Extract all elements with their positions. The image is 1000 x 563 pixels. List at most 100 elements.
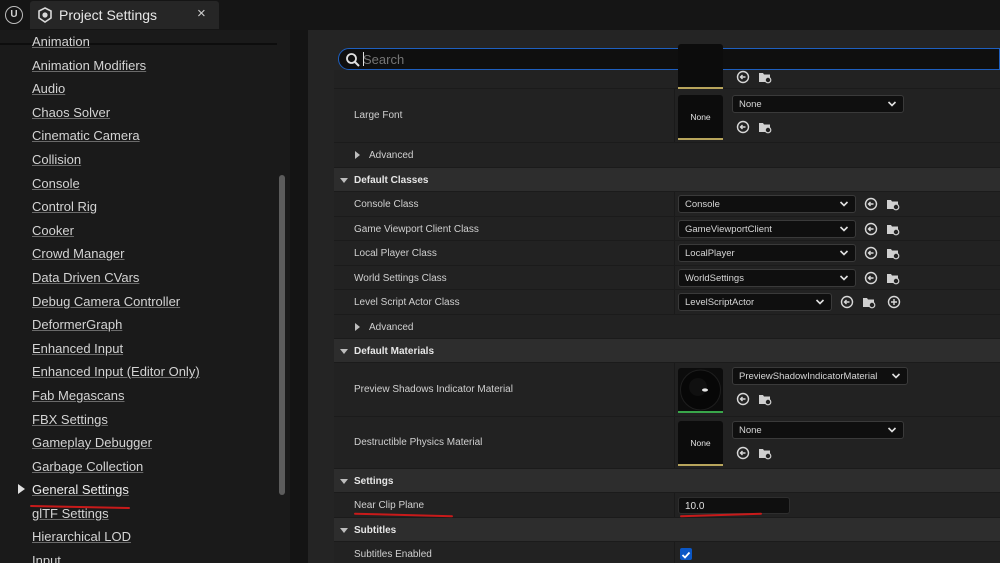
- use-selected-icon[interactable]: [864, 197, 878, 211]
- sidebar-item-animation-modifiers[interactable]: Animation Modifiers: [32, 57, 146, 75]
- search-input[interactable]: [363, 50, 963, 68]
- sidebar-item-data-driven-cvars[interactable]: Data Driven CVars: [32, 269, 139, 287]
- property-label: World Settings Class: [354, 273, 447, 284]
- collapse-arrow-icon[interactable]: [340, 479, 348, 484]
- sidebar-item-audio[interactable]: Audio: [32, 80, 65, 98]
- sidebar-item-debug-camera-controller[interactable]: Debug Camera Controller: [32, 293, 180, 311]
- checkmark-icon: [681, 551, 691, 559]
- use-selected-icon[interactable]: [864, 271, 878, 285]
- use-selected-icon[interactable]: [864, 222, 878, 236]
- unreal-logo-icon: U: [5, 6, 23, 24]
- chevron-down-icon: [887, 427, 897, 433]
- use-selected-icon[interactable]: [736, 70, 750, 84]
- browse-icon[interactable]: [862, 295, 876, 309]
- class-picker-dropdown[interactable]: GameViewportClient: [678, 220, 856, 238]
- browse-icon[interactable]: [758, 120, 772, 134]
- property-label: Near Clip Plane: [354, 500, 425, 511]
- sidebar-item-chaos-solver[interactable]: Chaos Solver: [32, 104, 110, 122]
- tab-project-settings[interactable]: Project Settings ×: [30, 1, 219, 29]
- sidebar-item-fbx-settings[interactable]: FBX Settings: [32, 411, 108, 429]
- expand-arrow-icon[interactable]: [18, 484, 25, 494]
- dropdown-value: Console: [685, 199, 720, 210]
- dropdown-value: LevelScriptActor: [685, 297, 755, 308]
- browse-icon[interactable]: [758, 392, 772, 406]
- sidebar-item-animation[interactable]: Animation: [32, 33, 90, 51]
- browse-icon[interactable]: [758, 70, 772, 84]
- asset-picker-dropdown[interactable]: PreviewShadowIndicatorMaterial: [732, 367, 908, 385]
- chevron-down-icon: [839, 275, 849, 281]
- sidebar-item-console[interactable]: Console: [32, 175, 80, 193]
- dropdown-value: LocalPlayer: [685, 248, 735, 259]
- property-label: Game Viewport Client Class: [354, 224, 479, 235]
- property-label: Local Player Class: [354, 248, 437, 259]
- sidebar-item-hierarchical-lod[interactable]: Hierarchical LOD: [32, 528, 131, 546]
- sidebar-item-input[interactable]: Input: [32, 552, 61, 563]
- numeric-value: 10.0: [685, 501, 705, 512]
- use-selected-icon[interactable]: [736, 120, 750, 134]
- dropdown-value: WorldSettings: [685, 273, 744, 284]
- sidebar-item-enhanced-input-editor-only[interactable]: Enhanced Input (Editor Only): [32, 363, 200, 381]
- sidebar-item-crowd-manager[interactable]: Crowd Manager: [32, 245, 125, 263]
- property-row-console-class: Console Class Console: [334, 192, 1000, 217]
- use-selected-icon[interactable]: [840, 295, 854, 309]
- annotation-underline: [353, 512, 454, 518]
- sidebar-item-cooker[interactable]: Cooker: [32, 222, 74, 240]
- sidebar-item-control-rig[interactable]: Control Rig: [32, 198, 97, 216]
- sidebar-item-deformergraph[interactable]: DeformerGraph: [32, 316, 122, 334]
- property-label: Destructible Physics Material: [354, 437, 483, 448]
- collapse-arrow-icon[interactable]: [340, 349, 348, 354]
- collapse-arrow-icon[interactable]: [340, 178, 348, 183]
- category-label: Default Classes: [354, 175, 429, 186]
- details-panel: Large Font None None Advanced Default Cl…: [308, 30, 1000, 563]
- search-icon: [346, 53, 360, 67]
- advanced-row[interactable]: Advanced: [334, 143, 1000, 168]
- close-icon[interactable]: ×: [197, 5, 206, 22]
- category-settings[interactable]: Settings: [334, 469, 1000, 493]
- sidebar-item-collision[interactable]: Collision: [32, 151, 81, 169]
- chevron-down-icon: [839, 226, 849, 232]
- advanced-row[interactable]: Advanced: [334, 315, 1000, 339]
- category-default-materials[interactable]: Default Materials: [334, 339, 1000, 363]
- asset-thumbnail[interactable]: [678, 44, 723, 89]
- class-picker-dropdown[interactable]: LocalPlayer: [678, 244, 856, 262]
- browse-icon[interactable]: [886, 271, 900, 285]
- sidebar-item-enhanced-input[interactable]: Enhanced Input: [32, 340, 123, 358]
- property-row-destructible-physics-material: Destructible Physics Material None None: [334, 417, 1000, 469]
- subtitles-enabled-checkbox[interactable]: [680, 548, 692, 560]
- browse-icon[interactable]: [886, 246, 900, 260]
- sidebar-scrollbar[interactable]: [279, 175, 285, 495]
- sidebar-item-general-settings[interactable]: General Settings: [32, 481, 129, 499]
- use-selected-icon[interactable]: [864, 246, 878, 260]
- expand-arrow-icon[interactable]: [355, 323, 360, 331]
- settings-icon: [38, 7, 52, 23]
- asset-thumbnail[interactable]: None: [678, 95, 723, 140]
- browse-icon[interactable]: [758, 446, 772, 460]
- asset-picker-dropdown[interactable]: None: [732, 421, 904, 439]
- property-row-near-clip-plane: Near Clip Plane 10.0: [334, 493, 1000, 518]
- property-row-preview-shadows-indicator-material: Preview Shadows Indicator Material Previ…: [334, 363, 1000, 417]
- expand-arrow-icon[interactable]: [355, 151, 360, 159]
- class-picker-dropdown[interactable]: WorldSettings: [678, 269, 856, 287]
- property-row-subtitles-enabled: Subtitles Enabled: [334, 542, 1000, 563]
- use-selected-icon[interactable]: [736, 446, 750, 460]
- sidebar-item-cinematic-camera[interactable]: Cinematic Camera: [32, 127, 140, 145]
- category-default-classes[interactable]: Default Classes: [334, 168, 1000, 192]
- class-picker-dropdown[interactable]: Console: [678, 195, 856, 213]
- dropdown-value: None: [739, 99, 762, 110]
- category-subtitles[interactable]: Subtitles: [334, 518, 1000, 542]
- browse-icon[interactable]: [886, 197, 900, 211]
- asset-thumbnail[interactable]: None: [678, 421, 723, 466]
- use-selected-icon[interactable]: [736, 392, 750, 406]
- class-picker-dropdown[interactable]: LevelScriptActor: [678, 293, 832, 311]
- search-box[interactable]: [338, 48, 1000, 70]
- browse-icon[interactable]: [886, 222, 900, 236]
- sidebar-item-garbage-collection[interactable]: Garbage Collection: [32, 458, 143, 476]
- near-clip-plane-input[interactable]: 10.0: [678, 497, 790, 514]
- add-icon[interactable]: [887, 295, 901, 309]
- sidebar-item-gameplay-debugger[interactable]: Gameplay Debugger: [32, 434, 152, 452]
- asset-picker-dropdown[interactable]: None: [732, 95, 904, 113]
- advanced-label: Advanced: [369, 322, 414, 333]
- material-thumbnail[interactable]: [678, 368, 723, 413]
- collapse-arrow-icon[interactable]: [340, 528, 348, 533]
- sidebar-item-fab-megascans[interactable]: Fab Megascans: [32, 387, 125, 405]
